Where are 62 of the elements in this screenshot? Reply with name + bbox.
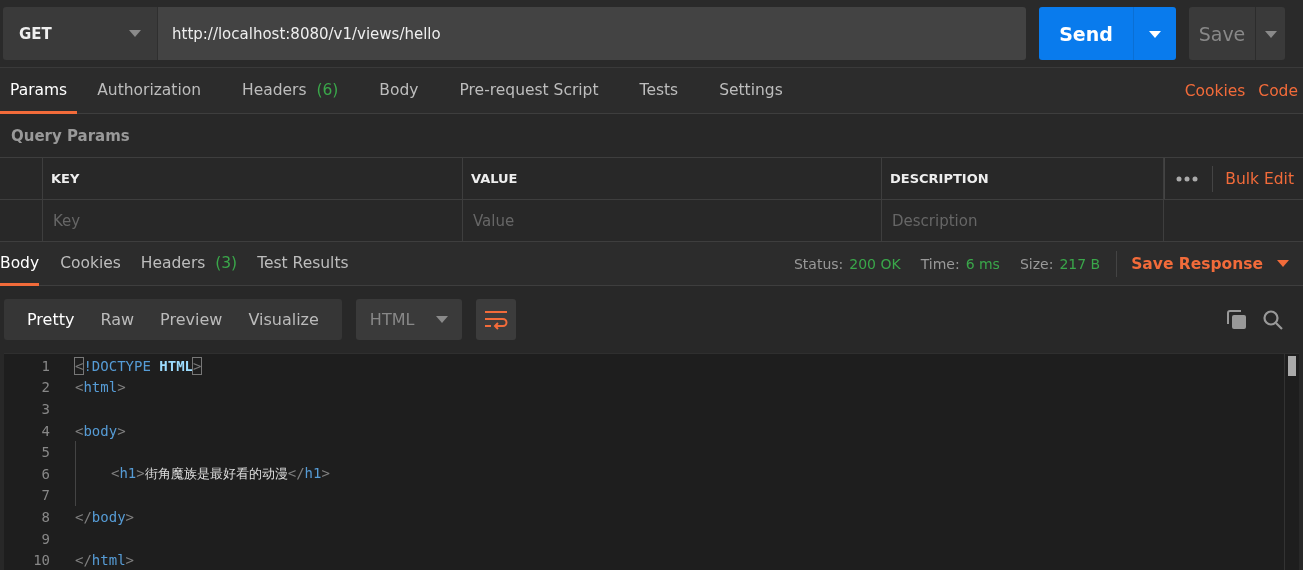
line-number: 8 <box>40 508 50 525</box>
line-number: 9 <box>40 530 50 547</box>
line-number: 2 <box>40 379 50 396</box>
request-tab[interactable]: Tests <box>619 68 699 114</box>
code-line: <body> <box>75 422 126 439</box>
line-number: 5 <box>40 444 50 461</box>
wrap-icon <box>483 309 508 330</box>
save-dropdown-button[interactable] <box>1256 7 1285 60</box>
request-tab[interactable]: Authorization <box>77 68 222 114</box>
line-number: 10 <box>32 552 50 569</box>
code-line: <html> <box>75 379 126 396</box>
caret-icon <box>1149 31 1161 38</box>
caret-icon <box>1277 260 1289 267</box>
view-mode-tab[interactable]: Preview <box>147 299 236 340</box>
section-title: Query Params <box>11 126 130 145</box>
link[interactable]: Cookies <box>1184 68 1246 113</box>
column-header: DESCRIPTION <box>882 158 1164 199</box>
caret-icon <box>129 30 141 37</box>
more-icon[interactable] <box>1176 175 1199 182</box>
meta-label: Status: <box>793 255 844 272</box>
code-line: </html> <box>75 552 134 569</box>
meta-value: 200 OK <box>849 255 901 272</box>
bulk-edit-link[interactable]: Bulk Edit <box>1225 169 1294 188</box>
line-number: 6 <box>40 465 50 482</box>
meta-value: 6 ms <box>965 255 1000 272</box>
column-header: KEY <box>43 158 463 199</box>
scrollbar-thumb[interactable] <box>1288 356 1296 376</box>
search-icon[interactable] <box>1263 309 1283 330</box>
save-response-button[interactable]: Save Response <box>1131 242 1303 285</box>
line-number: 4 <box>40 422 50 439</box>
request-tab[interactable]: Params <box>0 68 78 114</box>
caret-icon <box>435 316 448 323</box>
copy-icon[interactable] <box>1227 309 1247 330</box>
param-input[interactable]: Value <box>463 199 881 242</box>
url-field[interactable]: http://localhost:8080/v1/views/hello <box>158 7 1026 60</box>
response-tab[interactable]: Cookies <box>50 242 131 286</box>
meta-label: Size: <box>1019 255 1054 272</box>
request-tab[interactable]: Settings <box>699 68 803 114</box>
view-mode-tab[interactable]: Pretty <box>14 299 88 340</box>
request-tab[interactable]: Pre-request Script <box>439 68 619 114</box>
line-number: 1 <box>40 357 50 374</box>
view-mode-tab[interactable]: Raw <box>87 299 148 340</box>
request-tab[interactable]: Body <box>359 68 439 114</box>
request-tab[interactable]: Headers (6) <box>222 68 359 114</box>
code-line: <!DOCTYPE HTML> <box>75 357 202 374</box>
line-number: 7 <box>40 487 50 504</box>
meta-value: 217 B <box>1059 255 1101 272</box>
response-tab[interactable]: Headers (3) <box>130 242 248 286</box>
link[interactable]: Code <box>1258 68 1298 113</box>
meta-label: Time: <box>920 255 960 272</box>
wrap-lines-button[interactable] <box>475 299 516 340</box>
send-button[interactable]: Send <box>1039 7 1134 60</box>
column-header: VALUE <box>463 158 882 199</box>
caret-icon <box>1264 31 1277 38</box>
code-line: </body> <box>75 508 134 525</box>
method-dropdown[interactable]: GET <box>3 7 158 60</box>
code-line: <h1>街角魔族是最好看的动漫</h1> <box>111 464 330 483</box>
response-tab[interactable]: Test Results <box>247 242 359 286</box>
param-input[interactable]: Description <box>882 199 1163 242</box>
view-mode-tab[interactable]: Visualize <box>235 299 332 340</box>
param-input[interactable]: Key <box>43 199 462 242</box>
line-number: 3 <box>40 401 50 417</box>
